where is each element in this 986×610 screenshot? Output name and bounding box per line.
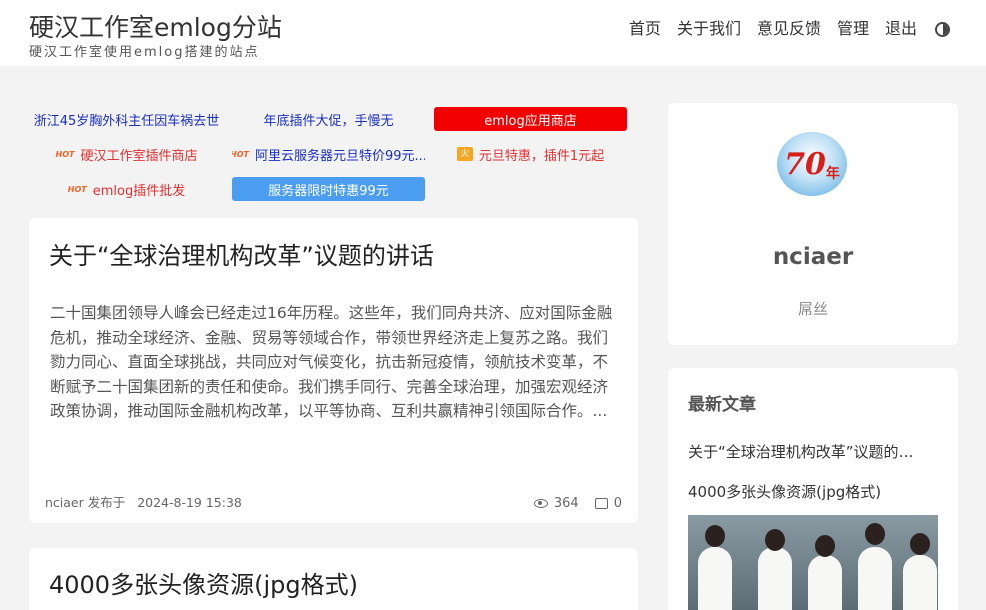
hot-badge: HOT xyxy=(67,184,87,194)
figure-head xyxy=(705,525,725,547)
figure xyxy=(808,555,842,610)
figure-head xyxy=(865,523,885,545)
avatar-text: 70 xyxy=(784,146,826,182)
ad-button-app-store[interactable]: emlog应用商店 xyxy=(434,107,627,131)
figure xyxy=(858,547,892,610)
post-date: 2024-8-19 15:38 xyxy=(137,495,242,510)
post-card: 关于“全球治理机构改革”议题的讲话 二十国集团领导人峰会已经走过16年历程。这些… xyxy=(29,218,638,523)
ad-link-label: 阿里云服务器元旦特价99元... xyxy=(255,148,425,164)
post-title[interactable]: 关于“全球治理机构改革”议题的讲话 xyxy=(49,240,434,272)
latest-post-link[interactable]: 4000多张头像资源(jpg格式) xyxy=(688,481,928,502)
ad-links: 浙江45岁胸外科主任因车祸去世 年底插件大促，手慢无 emlog应用商店 HOT… xyxy=(30,105,638,210)
view-count: 364 xyxy=(553,496,579,511)
ad-link-label: emlog插件批发 xyxy=(92,183,186,199)
avatar[interactable]: 70 年 xyxy=(777,132,847,196)
nav-admin[interactable]: 管理 xyxy=(837,18,869,40)
figure-head xyxy=(910,533,930,555)
profile-description: 屌丝 xyxy=(797,300,828,318)
figure xyxy=(903,555,937,610)
ad-row: HOT emlog插件批发 服务器限时特惠99元 xyxy=(30,175,638,203)
ad-link[interactable]: HOT 阿里云服务器元旦特价99元... xyxy=(232,142,425,166)
fire-icon: 火 xyxy=(456,147,473,161)
latest-post-link[interactable]: 关于“全球治理机构改革”议题的讲话 xyxy=(688,441,928,462)
post-author[interactable]: nciaer xyxy=(45,495,84,510)
site-header: 硬汉工作室emlog分站 硬汉工作室使用emlog搭建的站点 首页 关于我们 意… xyxy=(0,0,986,66)
post-excerpt: 二十国集团领导人峰会已经走过16年历程。这些年，我们同舟共济、应对国际金融危机，… xyxy=(50,304,613,420)
ad-link[interactable]: HOT emlog插件批发 xyxy=(30,177,223,201)
nav-home[interactable]: 首页 xyxy=(629,18,661,40)
hot-badge: HOT xyxy=(55,149,75,159)
comment-icon xyxy=(594,498,608,509)
ad-button-server[interactable]: 服务器限时特惠99元 xyxy=(232,177,425,201)
profile-card: 70 年 nciaer 屌丝 xyxy=(668,103,958,345)
figure xyxy=(698,547,732,610)
ad-link[interactable]: 年底插件大促，手慢无 xyxy=(232,107,425,131)
post-meta: nciaer 发布于 2024-8-19 15:38 xyxy=(45,492,242,511)
figure-head xyxy=(765,529,785,551)
theme-toggle-icon[interactable] xyxy=(935,21,950,37)
figure-head xyxy=(815,535,835,557)
ad-link[interactable]: 浙江45岁胸外科主任因车祸去世 xyxy=(30,107,223,131)
post-stats: 364 0 xyxy=(533,496,622,511)
avatar-suffix: 年 xyxy=(825,166,840,182)
nav-about[interactable]: 关于我们 xyxy=(677,18,741,40)
avatar-image: 70 年 xyxy=(777,132,847,196)
post-card: 4000多张头像资源(jpg格式) xyxy=(29,548,638,610)
nav-feedback[interactable]: 意见反馈 xyxy=(757,18,821,40)
ad-row: 浙江45岁胸外科主任因车祸去世 年底插件大促，手慢无 emlog应用商店 xyxy=(30,105,638,133)
ad-link-label: 硬汉工作室插件商店 xyxy=(80,148,198,164)
nav-logout[interactable]: 退出 xyxy=(885,18,917,40)
site-title[interactable]: 硬汉工作室emlog分站 xyxy=(29,12,282,44)
widget-title: 最新文章 xyxy=(688,395,756,415)
published-label: 发布于 xyxy=(87,495,126,510)
ad-row: HOT 硬汉工作室插件商店 HOT 阿里云服务器元旦特价99元... 火 元旦特… xyxy=(30,140,638,168)
profile-name: nciaer xyxy=(772,244,854,270)
ad-link-label: 元旦特惠，插件1元起 xyxy=(478,148,605,164)
figure xyxy=(758,547,792,610)
eye-icon xyxy=(533,499,548,508)
post-title[interactable]: 4000多张头像资源(jpg格式) xyxy=(49,569,358,601)
post-thumbnail[interactable] xyxy=(688,515,938,610)
site-subtitle: 硬汉工作室使用emlog搭建的站点 xyxy=(29,45,260,60)
latest-posts-widget: 最新文章 关于“全球治理机构改革”议题的讲话 4000多张头像资源(jpg格式) xyxy=(668,368,958,610)
ad-link[interactable]: HOT 硬汉工作室插件商店 xyxy=(30,142,223,166)
hot-badge: HOT xyxy=(232,149,249,159)
comment-count[interactable]: 0 xyxy=(614,496,622,511)
ad-link[interactable]: 火 元旦特惠，插件1元起 xyxy=(434,142,627,166)
main-nav: 首页 关于我们 意见反馈 管理 退出 xyxy=(613,18,950,40)
